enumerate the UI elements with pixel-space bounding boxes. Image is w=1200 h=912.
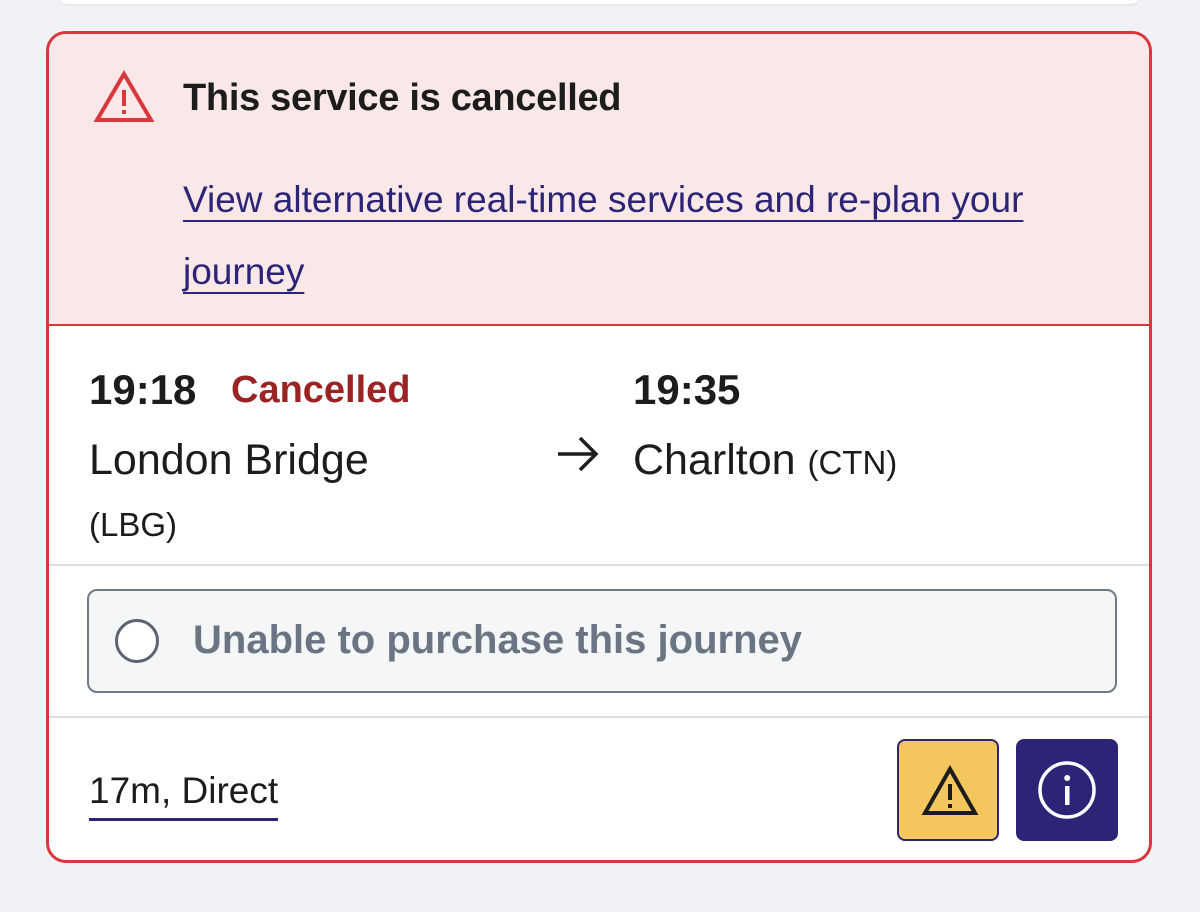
previous-journey-card — [56, 0, 1142, 4]
alternative-services-link[interactable]: View alternative real-time services and … — [183, 164, 1063, 308]
radio-icon — [115, 619, 159, 663]
arrival-station-code: (CTN) — [807, 444, 898, 481]
arrival-time: 19:35 — [633, 366, 741, 413]
arrow-right-icon — [558, 436, 599, 472]
journey-card: This service is cancelled View alternati… — [46, 31, 1152, 863]
info-button[interactable] — [1016, 739, 1118, 841]
divider — [49, 716, 1149, 718]
cancellation-alert: This service is cancelled View alternati… — [49, 34, 1149, 326]
cancelled-status: Cancelled — [231, 369, 411, 411]
warning-button[interactable] — [897, 739, 999, 841]
departure-time: 19:18 — [89, 366, 197, 413]
purchase-option: Unable to purchase this journey — [87, 589, 1117, 693]
departure-station-name: London Bridge — [89, 436, 369, 484]
purchase-label: Unable to purchase this journey — [193, 618, 803, 662]
warning-triangle-icon — [93, 70, 155, 122]
info-icon — [1038, 761, 1096, 819]
journey-duration-link[interactable]: 17m, Direct — [89, 770, 279, 821]
departure-station-code: (LBG) — [89, 506, 178, 543]
arrival-station: Charlton (CTN) — [633, 429, 897, 494]
arrival-station-name: Charlton — [633, 436, 796, 484]
alert-title: This service is cancelled — [183, 77, 622, 119]
divider — [49, 564, 1149, 566]
warning-icon — [921, 765, 979, 815]
departure-station: London Bridge (LBG) — [89, 429, 449, 556]
